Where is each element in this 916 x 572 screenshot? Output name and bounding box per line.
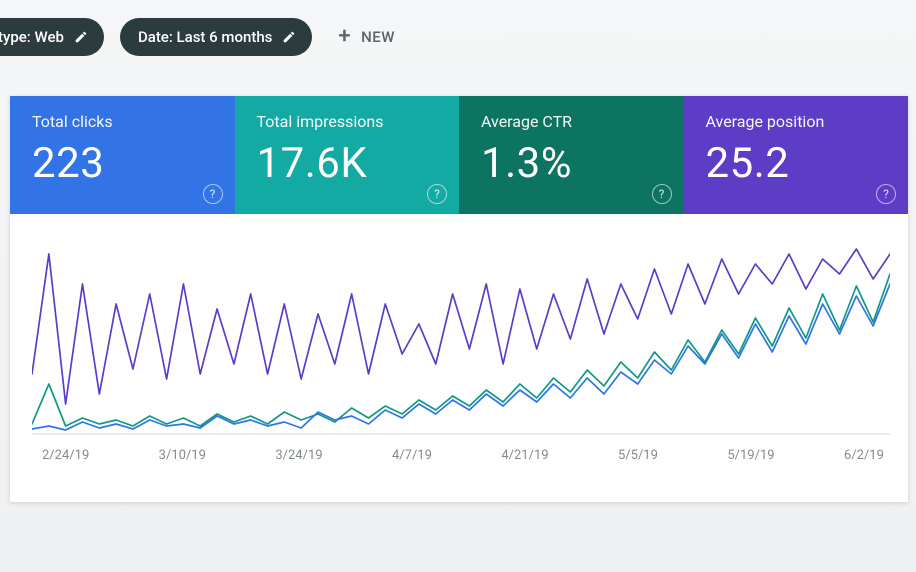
pencil-icon (282, 30, 296, 44)
metric-total-clicks[interactable]: Total clicks 223 ? (10, 96, 235, 214)
x-tick: 3/24/19 (275, 448, 322, 463)
x-tick: 3/10/19 (159, 448, 206, 463)
help-icon[interactable]: ? (876, 184, 896, 204)
metric-average-position[interactable]: Average position 25.2 ? (684, 96, 909, 214)
x-tick: 5/19/19 (727, 448, 774, 463)
help-icon[interactable]: ? (203, 184, 223, 204)
performance-chart: 2/24/19 3/10/19 3/24/19 4/7/19 4/21/19 5/5/19… (10, 214, 908, 502)
metric-label: Total clicks (32, 112, 215, 131)
metric-value: 25.2 (706, 139, 889, 188)
metric-average-ctr[interactable]: Average CTR 1.3% ? (459, 96, 684, 214)
metric-value: 1.3% (481, 139, 664, 188)
chart-svg (32, 234, 890, 444)
help-icon[interactable]: ? (427, 184, 447, 204)
metric-label: Average position (706, 112, 889, 131)
new-button-label: NEW (361, 28, 395, 46)
chip-date-range[interactable]: Date: Last 6 months (120, 18, 312, 56)
chip-date-range-label: Date: Last 6 months (138, 28, 272, 46)
x-tick: 4/7/19 (392, 448, 432, 463)
metric-total-impressions[interactable]: Total impressions 17.6K ? (235, 96, 460, 214)
x-axis: 2/24/19 3/10/19 3/24/19 4/7/19 4/21/19 5/5/19… (32, 448, 890, 463)
metrics-row: Total clicks 223 ? Total impressions 17.… (10, 96, 908, 214)
x-tick: 4/21/19 (501, 448, 548, 463)
series-clicks (32, 284, 890, 430)
pencil-icon (74, 30, 88, 44)
help-icon[interactable]: ? (652, 184, 672, 204)
metric-value: 17.6K (257, 139, 440, 188)
new-filter-button[interactable]: + NEW (328, 18, 405, 56)
x-tick: 6/2/19 (844, 448, 884, 463)
performance-panel: Total clicks 223 ? Total impressions 17.… (10, 96, 908, 502)
metric-value: 223 (32, 139, 215, 188)
x-tick: 2/24/19 (42, 448, 89, 463)
x-tick: 5/5/19 (618, 448, 658, 463)
metric-label: Average CTR (481, 112, 664, 131)
metric-label: Total impressions (257, 112, 440, 131)
chip-search-type[interactable]: type: Web (0, 18, 104, 56)
filter-bar: type: Web Date: Last 6 months + NEW (0, 0, 916, 74)
chip-search-type-label: type: Web (0, 28, 64, 46)
